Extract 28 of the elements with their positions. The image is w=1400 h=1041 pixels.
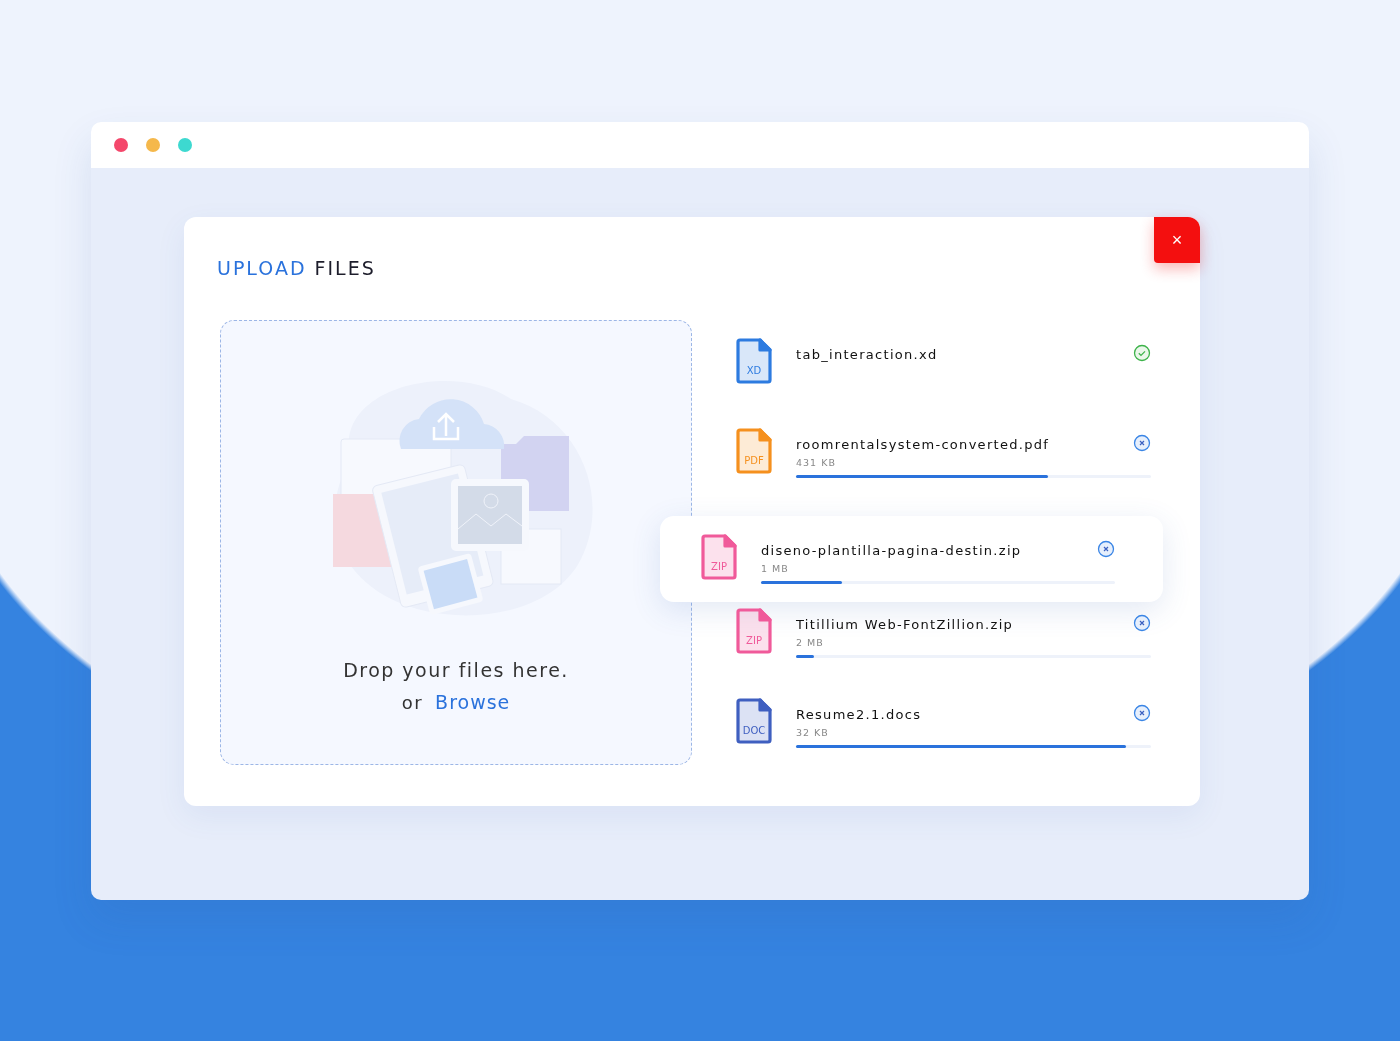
file-type-label: ZIP xyxy=(746,635,762,646)
file-name: diseno-plantilla-pagina-destin.zip xyxy=(761,543,1022,558)
cancel-icon[interactable] xyxy=(1133,614,1151,632)
cancel-icon[interactable] xyxy=(1133,704,1151,722)
window-control-dot[interactable] xyxy=(114,138,128,152)
file-name: roomrentalsystem-converted.pdf xyxy=(796,437,1050,452)
file-type-label: PDF xyxy=(744,455,764,466)
or-text: or xyxy=(401,692,424,713)
drop-prompt: Drop your files here. xyxy=(343,659,569,681)
drop-zone[interactable]: Drop your files here. or Browse xyxy=(220,320,692,765)
file-size: 32 KB xyxy=(796,727,830,738)
file-name: Titillium Web-FontZillion.zip xyxy=(796,617,1014,632)
file-name: tab_interaction.xd xyxy=(796,347,938,362)
cancel-icon[interactable] xyxy=(1097,540,1115,558)
window-control-dot[interactable] xyxy=(178,138,192,152)
file-size: 2 MB xyxy=(796,637,825,648)
heading-text: FILES xyxy=(314,257,376,279)
browse-link[interactable]: Browse xyxy=(435,691,511,713)
heading-accent: UPLOAD xyxy=(217,257,307,279)
cancel-icon[interactable] xyxy=(1133,434,1151,452)
file-name: Resume2.1.docs xyxy=(796,707,922,722)
window-control-dot[interactable] xyxy=(146,138,160,152)
file-type-label: DOC xyxy=(742,725,766,736)
file-size: 431 KB xyxy=(796,457,837,468)
file-size: 1 MB xyxy=(761,563,790,574)
file-type-label: XD xyxy=(746,365,762,376)
close-button[interactable]: × xyxy=(1154,217,1200,263)
file-type-label: ZIP xyxy=(711,561,727,572)
